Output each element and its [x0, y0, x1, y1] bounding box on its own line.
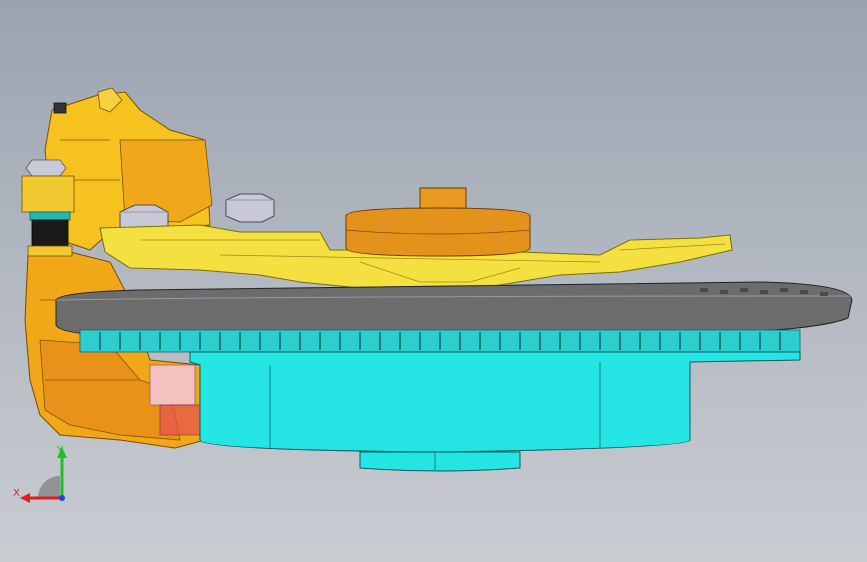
z-axis-dot-icon: [59, 495, 65, 501]
hex-bolt-2[interactable]: [225, 193, 275, 223]
wheel-hub[interactable]: [189, 351, 801, 472]
center-cap[interactable]: [345, 187, 531, 257]
triad-y-label: Y: [56, 445, 64, 456]
brake-disc[interactable]: [55, 281, 853, 337]
triad-plane-icon: [38, 476, 60, 498]
model-canvas[interactable]: Y X: [0, 0, 867, 562]
triad-x-label: X: [13, 488, 20, 499]
axis-triad: Y X: [13, 445, 67, 503]
cad-3d-viewport[interactable]: Y X: [0, 0, 867, 562]
disc-vents: [79, 329, 801, 353]
